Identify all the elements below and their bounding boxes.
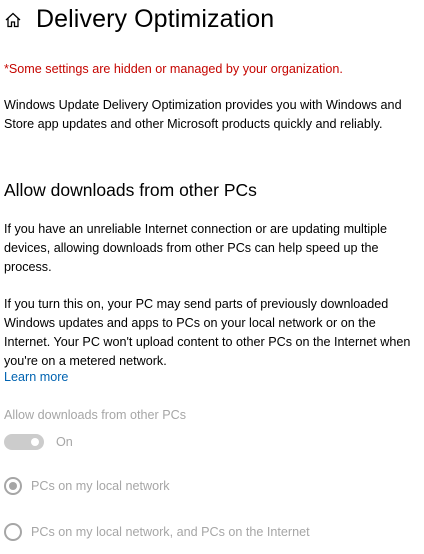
learn-more-link[interactable]: Learn more [4, 370, 68, 384]
delivery-optimization-page: Delivery Optimization *Some settings are… [0, 0, 424, 554]
page-header: Delivery Optimization [4, 2, 274, 36]
radio-button-unselected[interactable] [4, 523, 22, 541]
radio-option-local-and-internet[interactable]: PCs on my local network, and PCs on the … [4, 522, 310, 542]
page-title: Delivery Optimization [36, 4, 275, 33]
radio-option-local-network[interactable]: PCs on my local network [4, 476, 170, 496]
allow-downloads-toggle[interactable] [4, 434, 44, 450]
radio-label-local-network: PCs on my local network [31, 479, 170, 493]
radio-button-selected[interactable] [4, 477, 22, 495]
toggle-state-label: On [56, 435, 73, 449]
home-icon[interactable] [4, 11, 22, 29]
allow-downloads-toggle-row: On [4, 432, 73, 452]
toggle-knob [31, 438, 39, 446]
intro-description: Windows Update Delivery Optimization pro… [4, 98, 402, 131]
radio-selected-dot [9, 482, 17, 490]
turn-on-description: If you turn this on, your PC may send pa… [4, 297, 411, 368]
unreliable-connection-description: If you have an unreliable Internet conne… [4, 222, 387, 274]
section-heading: Allow downloads from other PCs [4, 180, 257, 200]
allow-downloads-label: Allow downloads from other PCs [4, 408, 186, 422]
radio-label-local-and-internet: PCs on my local network, and PCs on the … [31, 525, 310, 539]
managed-settings-warning: *Some settings are hidden or managed by … [4, 62, 343, 76]
